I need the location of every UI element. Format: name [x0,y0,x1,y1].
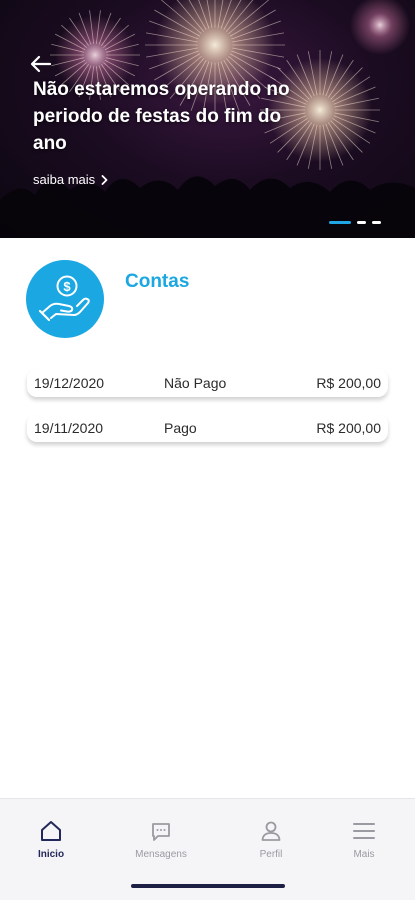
banner-more-link[interactable]: saiba mais [33,172,108,187]
carousel-indicator [329,221,381,224]
nav-label: Mensagens [135,849,187,860]
nav-label: Inicio [37,849,65,860]
bill-amount: R$ 200,00 [316,420,381,436]
nav-item-mensagens[interactable]: Mensagens [121,819,201,860]
bills-section-icon: $ [26,260,104,338]
carousel-dot-2[interactable] [357,221,366,224]
bill-status: Pago [164,420,197,436]
user-icon [261,821,281,841]
home-indicator [131,884,285,888]
menu-icon [353,823,375,839]
back-button[interactable] [30,52,60,76]
carousel-dot-1[interactable] [329,221,351,224]
arrow-left-icon [30,55,52,73]
nav-label: Perfil [259,849,283,860]
nav-label: Mais [353,849,375,860]
nav-item-inicio[interactable]: Inicio [11,819,91,860]
bill-date: 19/12/2020 [34,375,105,391]
chevron-right-icon [101,174,108,185]
bill-status: Não Pago [164,375,227,391]
hand-coin-icon: $ [38,275,90,322]
nav-item-mais[interactable]: Mais [324,819,404,860]
bill-row[interactable]: 19/12/2020 Não Pago R$ 200,00 [27,369,388,397]
message-icon [152,823,170,841]
carousel-dot-3[interactable] [372,221,381,224]
banner-link-label: saiba mais [33,172,96,187]
bill-date: 19/11/2020 [34,420,104,436]
home-icon [41,821,61,841]
section-title: Contas [125,271,190,292]
banner-title: Não estaremos operando no periodo de fes… [33,79,290,154]
nav-item-perfil[interactable]: Perfil [231,819,311,860]
bill-row[interactable]: 19/11/2020 Pago R$ 200,00 [27,414,388,442]
bill-amount: R$ 200,00 [316,375,381,391]
hero-banner[interactable]: Não estaremos operando no periodo de fes… [0,0,415,238]
svg-text:$: $ [63,279,71,294]
